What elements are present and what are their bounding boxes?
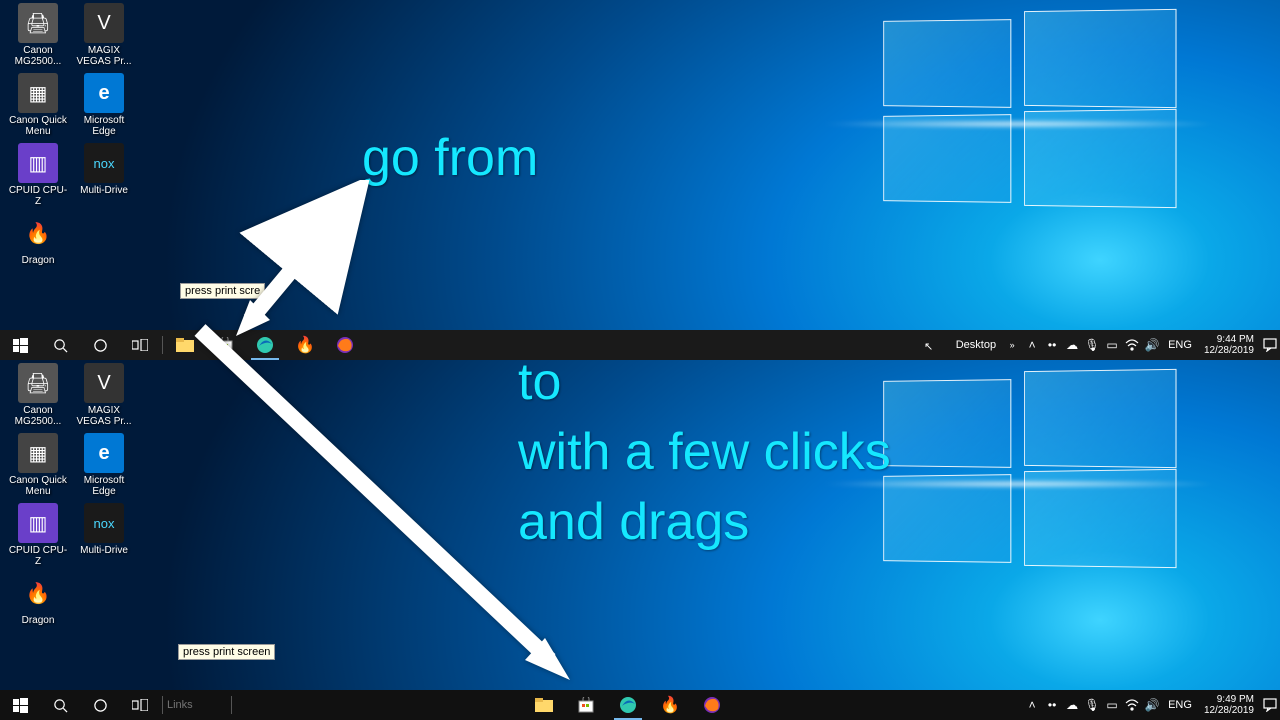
icon-magix-vegas[interactable]: VMAGIX VEGAS Pr... <box>73 1 135 67</box>
icon-magix-vegas[interactable]: VMAGIX VEGAS Pr... <box>73 361 135 427</box>
taskbar-dragon[interactable]: 🔥 <box>650 690 690 720</box>
action-center-icon[interactable] <box>1260 330 1280 360</box>
icon-multi-drive[interactable]: noxMulti-Drive <box>73 501 135 556</box>
tray-clock[interactable]: 9:49 PM12/28/2019 <box>1198 694 1260 716</box>
tray-onedrive-icon[interactable]: ☁ <box>1062 690 1082 720</box>
task-view-icon[interactable] <box>120 330 160 360</box>
search-icon[interactable] <box>40 690 80 720</box>
system-tray: ↖ Desktop » ˄ •• ☁ 🎙 ▭ 🔊 ENG 9:44 PM12/2… <box>950 330 1280 360</box>
arrow-diagonal <box>170 310 590 690</box>
icon-dragon[interactable]: 🔥Dragon <box>7 571 69 626</box>
links-toolbar-input[interactable] <box>165 698 229 712</box>
desktop-icons-grid: 🖨Canon MG2500... VMAGIX VEGAS Pr... ▦Can… <box>5 360 137 627</box>
tray-wifi-icon[interactable] <box>1122 330 1142 360</box>
tray-app-2-icon[interactable]: ▭ <box>1102 330 1122 360</box>
tray-wifi-icon[interactable] <box>1122 690 1142 720</box>
icon-cpuid-cpuz[interactable]: ▥CPUID CPU-Z <box>7 501 69 567</box>
desktop-icons-grid: 🖨Canon MG2500... VMAGIX VEGAS Pr... ▦Can… <box>5 0 137 267</box>
windows-logo-wallpaper <box>880 370 1180 570</box>
icon-microsoft-edge[interactable]: eMicrosoft Edge <box>73 431 135 497</box>
tray-app-1-icon[interactable]: •• <box>1042 690 1062 720</box>
tray-desktop-toolbar[interactable]: Desktop <box>950 339 1002 351</box>
taskbar-file-explorer[interactable] <box>524 690 564 720</box>
start-button[interactable] <box>0 690 40 720</box>
tray-volume-icon[interactable]: 🔊 <box>1142 330 1162 360</box>
icon-canon-mg2500[interactable]: 🖨Canon MG2500... <box>7 361 69 427</box>
cursor-icon: ↖ <box>924 340 933 353</box>
taskbar-firefox[interactable] <box>692 690 732 720</box>
tray-onedrive-icon[interactable]: ☁ <box>1062 330 1082 360</box>
icon-cpuid-cpuz[interactable]: ▥CPUID CPU-Z <box>7 141 69 207</box>
tray-show-hidden-icon[interactable]: ˄ <box>1022 330 1042 360</box>
tray-language[interactable]: ENG <box>1162 339 1198 351</box>
icon-canon-mg2500[interactable]: 🖨Canon MG2500... <box>7 1 69 67</box>
tray-clock[interactable]: 9:44 PM12/28/2019 <box>1198 334 1260 356</box>
icon-microsoft-edge[interactable]: eMicrosoft Edge <box>73 71 135 137</box>
tray-volume-icon[interactable]: 🔊 <box>1142 690 1162 720</box>
icon-canon-quick-menu[interactable]: ▦Canon Quick Menu <box>7 71 69 137</box>
taskbar-center-apps: 🔥 <box>524 690 732 720</box>
task-view-icon[interactable] <box>120 690 160 720</box>
tray-app-1-icon[interactable]: •• <box>1042 330 1062 360</box>
icon-canon-quick-menu[interactable]: ▦Canon Quick Menu <box>7 431 69 497</box>
windows-logo-wallpaper <box>880 10 1180 210</box>
icon-dragon[interactable]: 🔥Dragon <box>7 211 69 266</box>
tray-app-2-icon[interactable]: ▭ <box>1102 690 1122 720</box>
tray-overflow-chevron[interactable]: » <box>1002 330 1022 360</box>
cortana-icon[interactable] <box>80 690 120 720</box>
tray-microphone-icon[interactable]: 🎙 <box>1082 330 1102 360</box>
system-tray: ˄ •• ☁ 🎙 ▭ 🔊 ENG 9:49 PM12/28/2019 <box>1022 690 1280 720</box>
taskbar-store[interactable] <box>566 690 606 720</box>
taskbar-edge[interactable] <box>608 690 648 720</box>
cortana-icon[interactable] <box>80 330 120 360</box>
icon-multi-drive[interactable]: noxMulti-Drive <box>73 141 135 196</box>
overlay-text-go-from: go from <box>362 126 538 190</box>
start-button[interactable] <box>0 330 40 360</box>
tray-language[interactable]: ENG <box>1162 699 1198 711</box>
search-icon[interactable] <box>40 330 80 360</box>
tray-microphone-icon[interactable]: 🎙 <box>1082 690 1102 720</box>
taskbar-after: 🔥 ˄ •• ☁ 🎙 ▭ 🔊 ENG 9:49 PM12/28/2019 <box>0 690 1280 720</box>
action-center-icon[interactable] <box>1260 690 1280 720</box>
tray-show-hidden-icon[interactable]: ˄ <box>1022 690 1042 720</box>
